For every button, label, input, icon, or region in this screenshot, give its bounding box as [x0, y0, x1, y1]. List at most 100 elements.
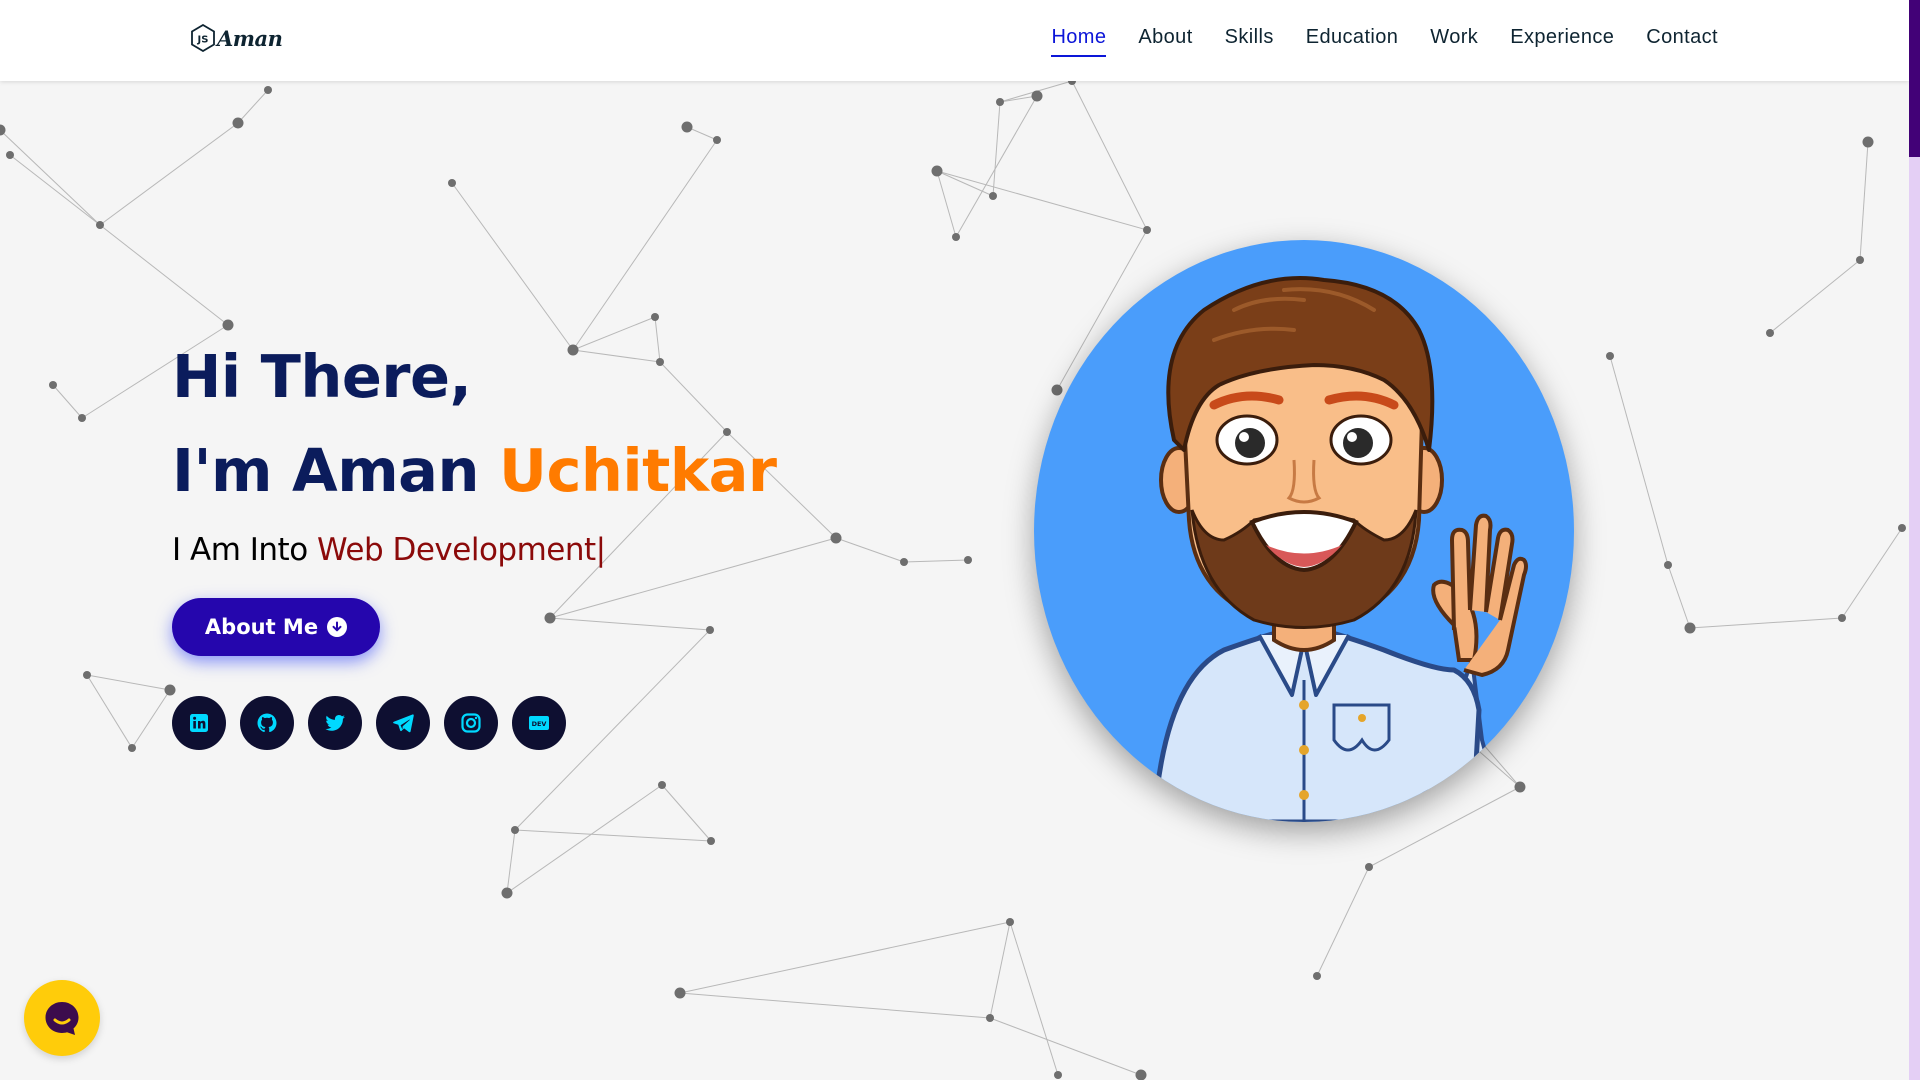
particle-link: [1667, 564, 1691, 629]
particle-link: [1841, 527, 1903, 619]
particle-link: [661, 784, 712, 842]
twitter-link[interactable]: [308, 696, 362, 750]
particle-dot: [1606, 352, 1614, 360]
particle-dot: [707, 837, 715, 845]
particle-dot: [1365, 863, 1373, 871]
js-hexagon-icon: JS: [191, 24, 215, 52]
nav-contact[interactable]: Contact: [1646, 26, 1718, 55]
linkedin-link[interactable]: [172, 696, 226, 750]
dev-icon: DEV: [529, 716, 549, 730]
particle-link: [903, 559, 969, 563]
particle-link: [99, 122, 239, 226]
particle-link: [1009, 921, 1059, 1076]
scrollbar-thumb[interactable]: [1909, 0, 1920, 157]
chat-bubble-icon: [45, 1002, 79, 1035]
particle-link: [989, 1017, 1142, 1076]
nav-work[interactable]: Work: [1430, 26, 1478, 55]
particle-link: [989, 921, 1011, 1019]
nav-menu: Home About Skills Education Work Experie…: [1051, 26, 1718, 57]
particle-link: [679, 992, 991, 1019]
particle-link: [52, 384, 83, 419]
particle-dot: [651, 313, 659, 321]
particle-link: [0, 129, 101, 226]
avatar-image: [1034, 240, 1574, 822]
brand-logo[interactable]: JS Aman: [190, 24, 283, 52]
particle-link: [936, 170, 1148, 231]
chat-widget-button[interactable]: [24, 980, 100, 1056]
scrollbar[interactable]: [1909, 0, 1920, 1080]
particle-dot: [681, 121, 693, 133]
arrow-circle-down-icon: [327, 617, 348, 637]
particle-dot: [952, 233, 960, 241]
nav-education[interactable]: Education: [1306, 26, 1399, 55]
particle-link: [514, 829, 712, 842]
nav-about[interactable]: About: [1138, 26, 1192, 55]
particle-dot: [1684, 622, 1696, 634]
nav-experience[interactable]: Experience: [1510, 26, 1614, 55]
dev-link[interactable]: DEV: [512, 696, 566, 750]
hero-subtitle: I Am Into Web Development|: [172, 532, 777, 568]
social-links: DEV: [172, 696, 777, 750]
particle-link: [99, 224, 229, 326]
particle-link: [1071, 80, 1148, 231]
hero-sub-prefix: I Am Into: [172, 532, 318, 568]
about-me-label: About Me: [204, 615, 319, 639]
github-link[interactable]: [240, 696, 294, 750]
twitter-icon: [325, 715, 345, 731]
particle-dot: [1898, 524, 1906, 532]
dev-icon-text: DEV: [532, 720, 547, 728]
hero-name-prefix: I'm Aman: [172, 436, 500, 505]
particle-link: [992, 101, 1001, 197]
particle-link: [506, 784, 663, 894]
particle-dot: [1143, 226, 1151, 234]
particle-dot: [511, 826, 519, 834]
particle-link: [1769, 259, 1861, 334]
particle-dot: [49, 381, 57, 389]
particle-link: [835, 537, 905, 563]
telegram-link[interactable]: [376, 696, 430, 750]
particle-dot: [674, 987, 686, 999]
typed-text: Web Development|: [317, 532, 606, 568]
particle-dot: [986, 1014, 994, 1022]
particle-link: [572, 139, 718, 351]
particle-link: [679, 921, 1011, 994]
hero-greeting: Hi There,: [172, 342, 472, 411]
particle-dot: [1313, 972, 1321, 980]
particle-link: [1609, 355, 1669, 566]
hero-section: Hi There, I'm Aman Uchitkar I Am Into We…: [172, 330, 777, 750]
particle-link: [1859, 141, 1869, 261]
particle-dot: [830, 532, 842, 544]
particle-dot: [1054, 1071, 1062, 1079]
particle-link: [9, 154, 101, 226]
particle-dot: [658, 781, 666, 789]
nav-home[interactable]: Home: [1051, 26, 1107, 57]
hero-title: Hi There, I'm Aman Uchitkar: [172, 330, 777, 518]
particle-dot: [232, 117, 244, 129]
particle-dot: [713, 136, 721, 144]
particle-dot: [448, 179, 456, 187]
particle-link: [451, 182, 574, 351]
particle-dot: [96, 221, 104, 229]
about-me-button[interactable]: About Me: [172, 598, 380, 656]
particle-dot: [1766, 329, 1774, 337]
linkedin-icon: [190, 714, 208, 732]
instagram-icon: [461, 713, 481, 733]
particle-dot: [1051, 384, 1063, 396]
nav-skills[interactable]: Skills: [1225, 26, 1274, 55]
particle-dot: [1856, 256, 1864, 264]
particle-dot: [1862, 136, 1874, 148]
particle-link: [86, 674, 171, 691]
particle-dot: [1514, 781, 1526, 793]
instagram-link[interactable]: [444, 696, 498, 750]
particle-dot: [222, 319, 234, 331]
brand-name: Aman: [217, 25, 283, 51]
particle-link: [506, 829, 516, 894]
telegram-icon: [393, 714, 414, 733]
particle-dot: [996, 98, 1004, 106]
waving-man-avatar: [1151, 276, 1528, 822]
particle-dot: [1664, 561, 1672, 569]
svg-text:JS: JS: [197, 35, 209, 46]
particle-dot: [78, 414, 86, 422]
particle-dot: [1031, 90, 1043, 102]
particle-dot: [264, 86, 272, 94]
